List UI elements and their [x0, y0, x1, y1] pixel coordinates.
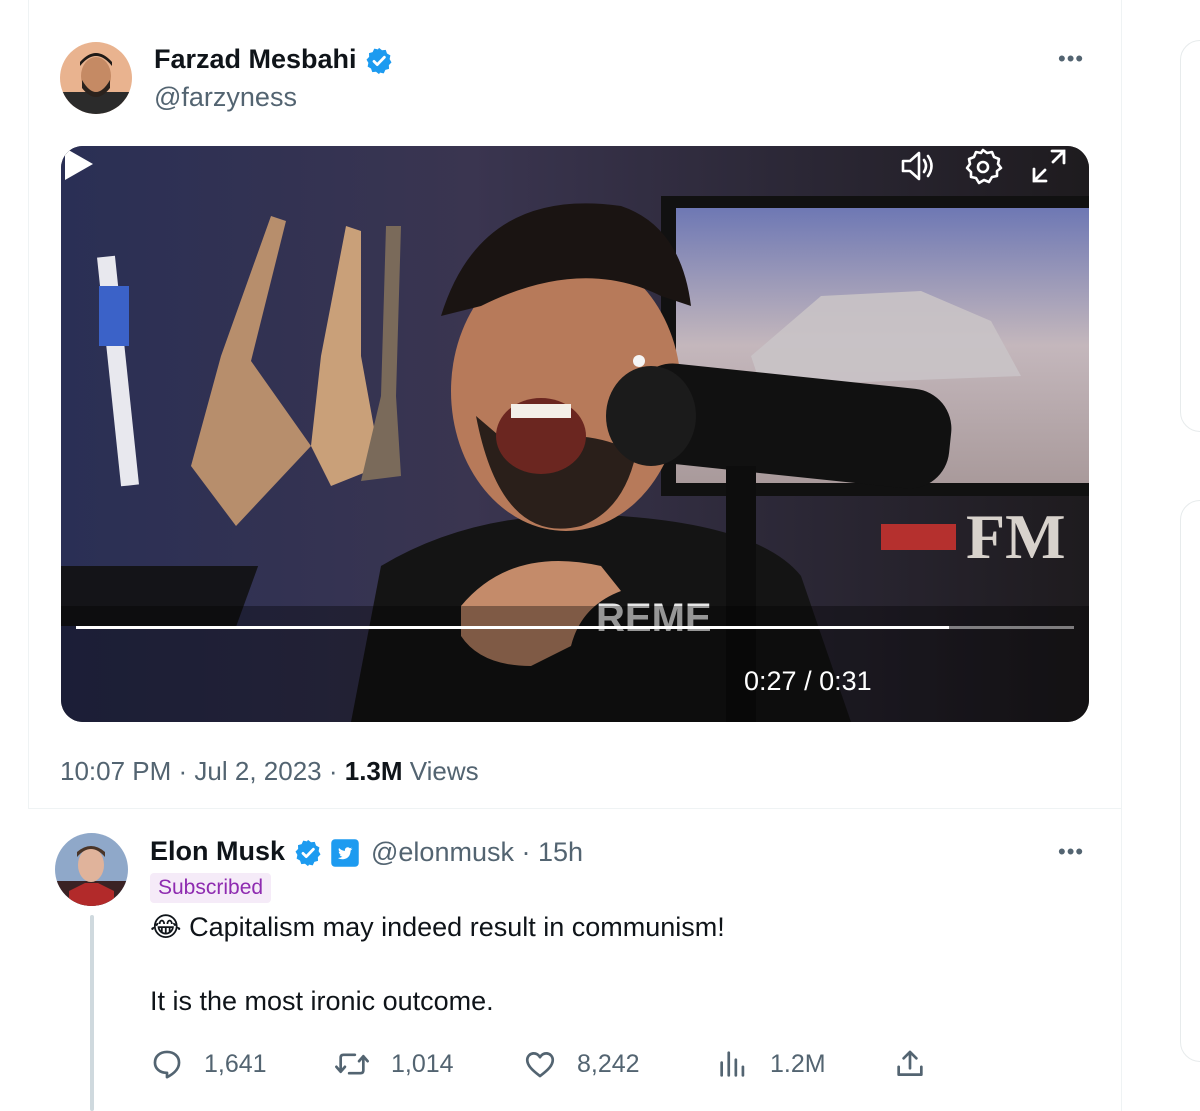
views-count: 1.3M — [344, 756, 403, 786]
reply-count: 1,641 — [204, 1049, 267, 1078]
reply-age[interactable]: 15h — [538, 837, 583, 867]
thread-connector-line — [90, 915, 94, 1111]
author-name-text[interactable]: Farzad Mesbahi — [154, 44, 357, 74]
like-count: 8,242 — [577, 1049, 640, 1078]
video-time-separator: / — [804, 666, 812, 696]
column-border-right — [1121, 0, 1122, 1111]
reply-text-1: Capitalism may indeed result in communis… — [189, 912, 725, 942]
share-action[interactable] — [893, 1044, 947, 1084]
tweet-date[interactable]: Jul 2, 2023 — [194, 756, 321, 786]
like-action[interactable]: 8,242 — [523, 1044, 640, 1084]
video-duration: 0:31 — [819, 666, 872, 696]
video-progress-bar[interactable] — [76, 626, 1074, 629]
sidebar-card — [1180, 500, 1200, 1062]
retweet-action[interactable]: 1,014 — [333, 1044, 454, 1084]
video-player[interactable]: FM REME 0:27 / 0:31 — [61, 146, 1089, 722]
tweet-meta: 10:07 PM · Jul 2, 2023 · 1.3M Views — [60, 756, 479, 786]
reply-bubble-icon — [153, 1050, 181, 1079]
laughing-emoji-icon: 😂 — [150, 912, 182, 942]
video-frame: FM REME — [61, 146, 1089, 722]
reply-author-handle-row: @elonmusk · 15h — [371, 837, 584, 867]
retweet-icon — [335, 1053, 369, 1075]
settings-gear-icon[interactable] — [963, 146, 1003, 186]
twitter-bird-icon — [331, 839, 359, 867]
column-border-left — [28, 0, 29, 808]
fullscreen-icon[interactable] — [1029, 146, 1069, 186]
sign-text: FM — [966, 501, 1066, 572]
tweet-divider — [28, 808, 1122, 809]
subscribed-badge: Subscribed — [150, 873, 272, 903]
views-count-reply: 1.2M — [770, 1049, 826, 1078]
video-progress-fill — [76, 626, 950, 629]
reply-action[interactable]: 1,641 — [150, 1044, 267, 1084]
views-label: Views — [409, 756, 479, 786]
reply-text-line1: 😂 Capitalism may indeed result in commun… — [150, 912, 725, 943]
heart-icon — [525, 1052, 555, 1078]
views-action[interactable]: 1.2M — [716, 1044, 826, 1084]
reply-author-name[interactable]: Elon Musk — [150, 836, 285, 866]
sidebar-card — [1180, 40, 1200, 432]
reply-author-avatar[interactable] — [55, 833, 128, 906]
reply-author-handle[interactable]: @elonmusk — [371, 837, 514, 867]
more-options-icon[interactable]: ••• — [1058, 839, 1084, 865]
author-handle[interactable]: @farzyness — [154, 82, 297, 113]
more-options-icon[interactable]: ••• — [1058, 46, 1084, 72]
share-upload-icon — [897, 1050, 923, 1076]
retweet-count: 1,014 — [391, 1049, 454, 1078]
volume-icon[interactable] — [898, 146, 938, 186]
author-name[interactable]: Farzad Mesbahi — [154, 44, 394, 76]
reply-text-line2: It is the most ironic outcome. — [150, 986, 494, 1016]
tweet-time[interactable]: 10:07 PM — [60, 756, 171, 786]
play-icon[interactable] — [61, 146, 97, 182]
reply-author-row: Elon Musk — [150, 836, 360, 868]
video-current-time: 0:27 — [744, 666, 797, 696]
verified-badge-icon — [366, 47, 392, 74]
video-timestamp: 0:27 / 0:31 — [744, 666, 872, 697]
verified-badge-icon — [295, 839, 321, 866]
author-avatar[interactable] — [60, 42, 132, 114]
analytics-bars-icon — [720, 1051, 745, 1077]
